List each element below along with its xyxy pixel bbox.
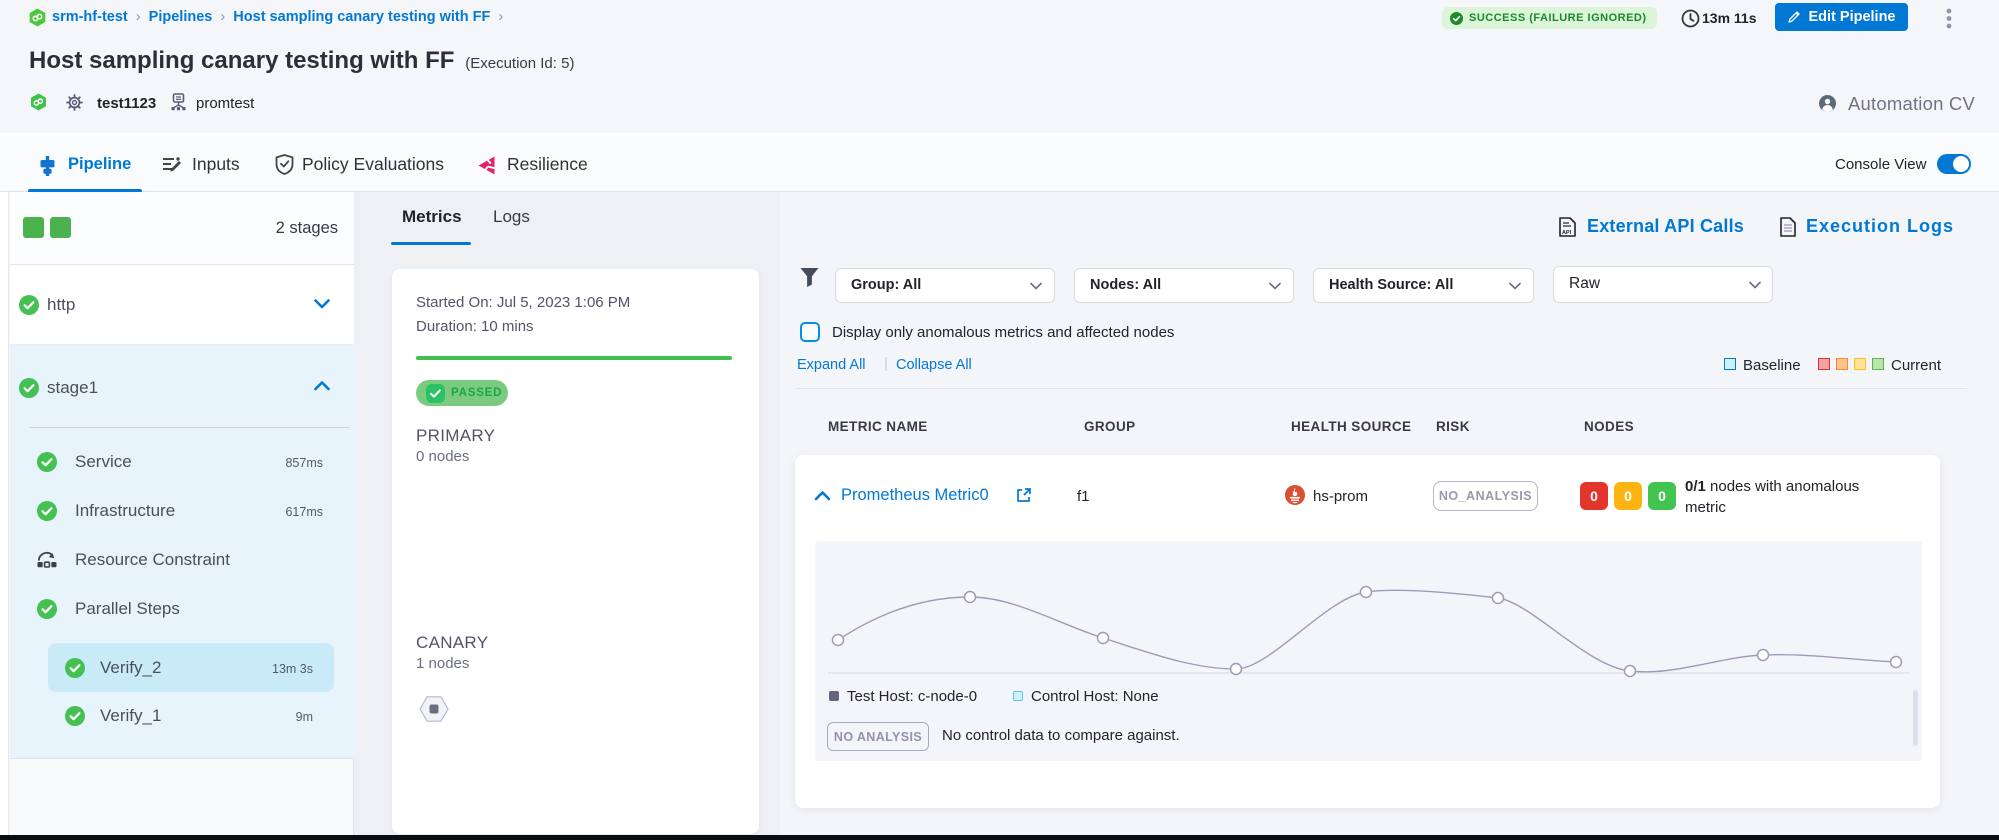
svg-text:API: API: [1562, 230, 1572, 236]
